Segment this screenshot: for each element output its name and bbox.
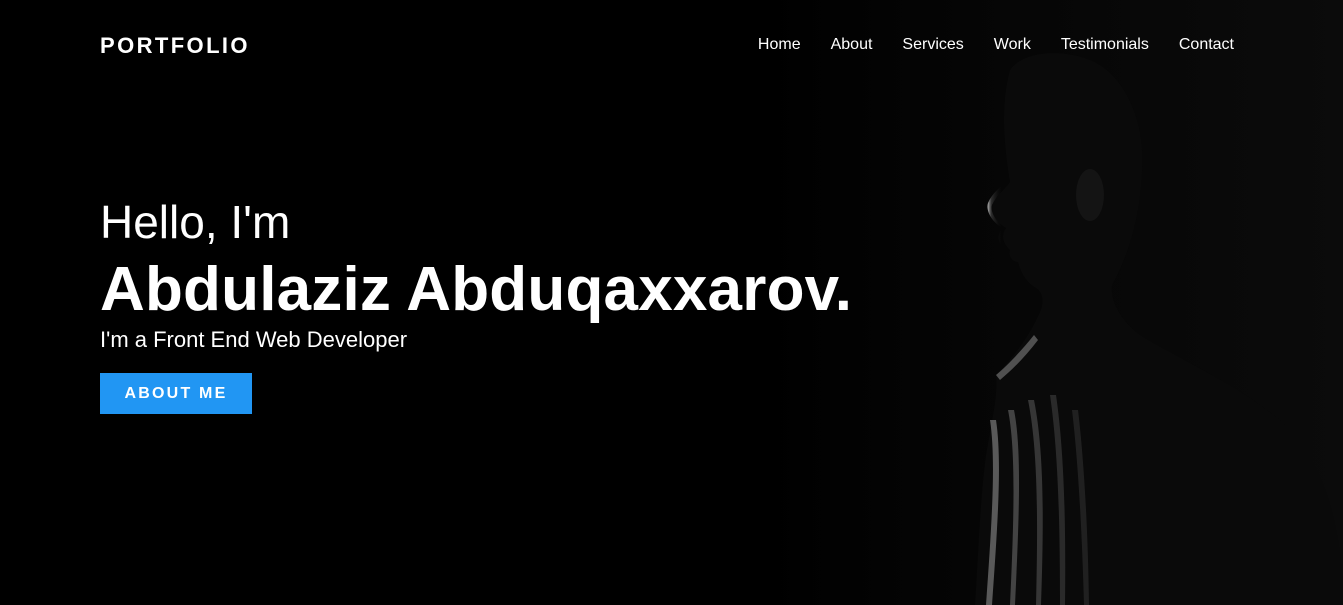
nav-about-link[interactable]: About	[831, 36, 873, 54]
hero-role: I'm a Front End Web Developer	[100, 327, 408, 352]
nav-home-link[interactable]: Home	[758, 36, 801, 54]
hero-name: Abdulaziz Abduqaxxarov.	[100, 255, 853, 324]
hero-section: PORTFOLIO Home About Services Work Testi…	[0, 0, 1343, 605]
hero-greeting: Hello, I'm	[100, 196, 291, 248]
main-nav: Home About Services Work Testimonials Co…	[758, 36, 1234, 54]
nav-work-link[interactable]: Work	[994, 36, 1031, 54]
top-navbar: PORTFOLIO Home About Services Work Testi…	[100, 30, 1243, 62]
brand-logo[interactable]: PORTFOLIO	[100, 33, 250, 59]
hero-intro: Hello, I'm Abdulaziz Abduqaxxarov. I'm a…	[100, 196, 852, 414]
nav-contact-link[interactable]: Contact	[1179, 36, 1234, 54]
nav-services-link[interactable]: Services	[902, 36, 963, 54]
nav-testimonials-link[interactable]: Testimonials	[1061, 36, 1149, 54]
about-me-button[interactable]: ABOUT ME	[100, 373, 252, 414]
